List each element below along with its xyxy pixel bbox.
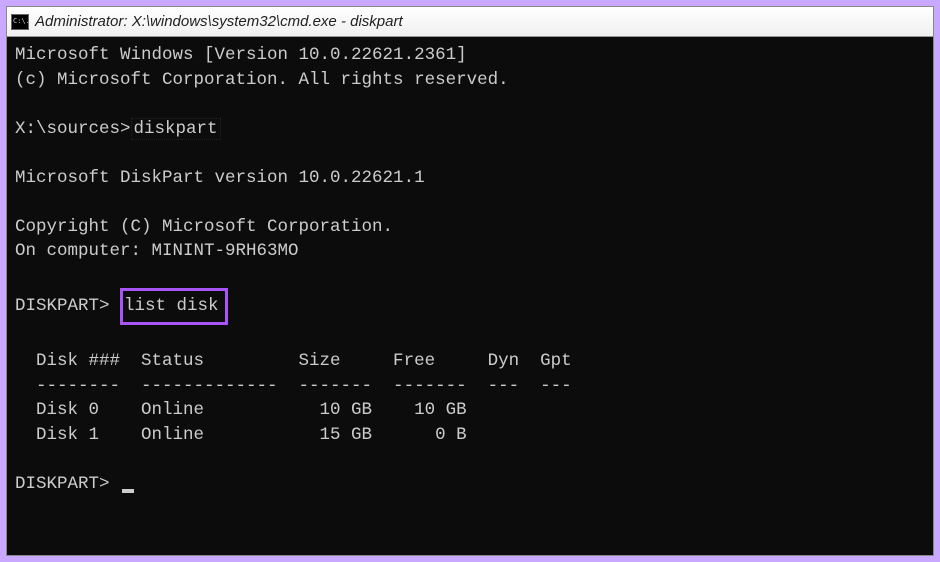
prompt-line-2: DISKPART> list disk — [15, 288, 925, 325]
blank-line — [15, 447, 925, 472]
os-copyright-line: (c) Microsoft Corporation. All rights re… — [15, 68, 925, 93]
cursor-icon — [122, 489, 134, 493]
diskpart-prompt-cursor: DISKPART> — [15, 474, 110, 494]
cmd-icon: C:\. — [11, 14, 29, 30]
window-title: Administrator: X:\windows\system32\cmd.e… — [35, 13, 403, 30]
disk-row-1: Disk 1 Online 15 GB 0 B — [15, 423, 925, 448]
blank-line — [15, 92, 925, 117]
blank-line — [15, 190, 925, 215]
cmd-window: C:\. Administrator: X:\windows\system32\… — [6, 6, 934, 556]
title-bar[interactable]: C:\. Administrator: X:\windows\system32\… — [7, 7, 933, 37]
blank-line — [15, 264, 925, 289]
list-disk-command: list disk — [120, 288, 228, 325]
diskpart-command: diskpart — [131, 118, 221, 140]
terminal-output[interactable]: Microsoft Windows [Version 10.0.22621.23… — [7, 37, 933, 555]
diskpart-computer: On computer: MININT-9RH63MO — [15, 239, 925, 264]
cmd-icon-label: C:\. — [13, 18, 30, 25]
disk-table-divider: -------- ------------- ------- ------- -… — [15, 374, 925, 399]
diskpart-version: Microsoft DiskPart version 10.0.22621.1 — [15, 166, 925, 191]
diskpart-prompt: DISKPART> — [15, 296, 110, 316]
prompt-line-3: DISKPART> — [15, 472, 925, 497]
prompt-line-1: X:\sources>diskpart — [15, 117, 925, 142]
blank-line — [15, 141, 925, 166]
disk-table-header: Disk ### Status Size Free Dyn Gpt — [15, 349, 925, 374]
disk-row-0: Disk 0 Online 10 GB 10 GB — [15, 398, 925, 423]
prompt-path: X:\sources> — [15, 119, 131, 139]
os-version-line: Microsoft Windows [Version 10.0.22621.23… — [15, 43, 925, 68]
blank-line — [15, 325, 925, 350]
diskpart-copyright: Copyright (C) Microsoft Corporation. — [15, 215, 925, 240]
